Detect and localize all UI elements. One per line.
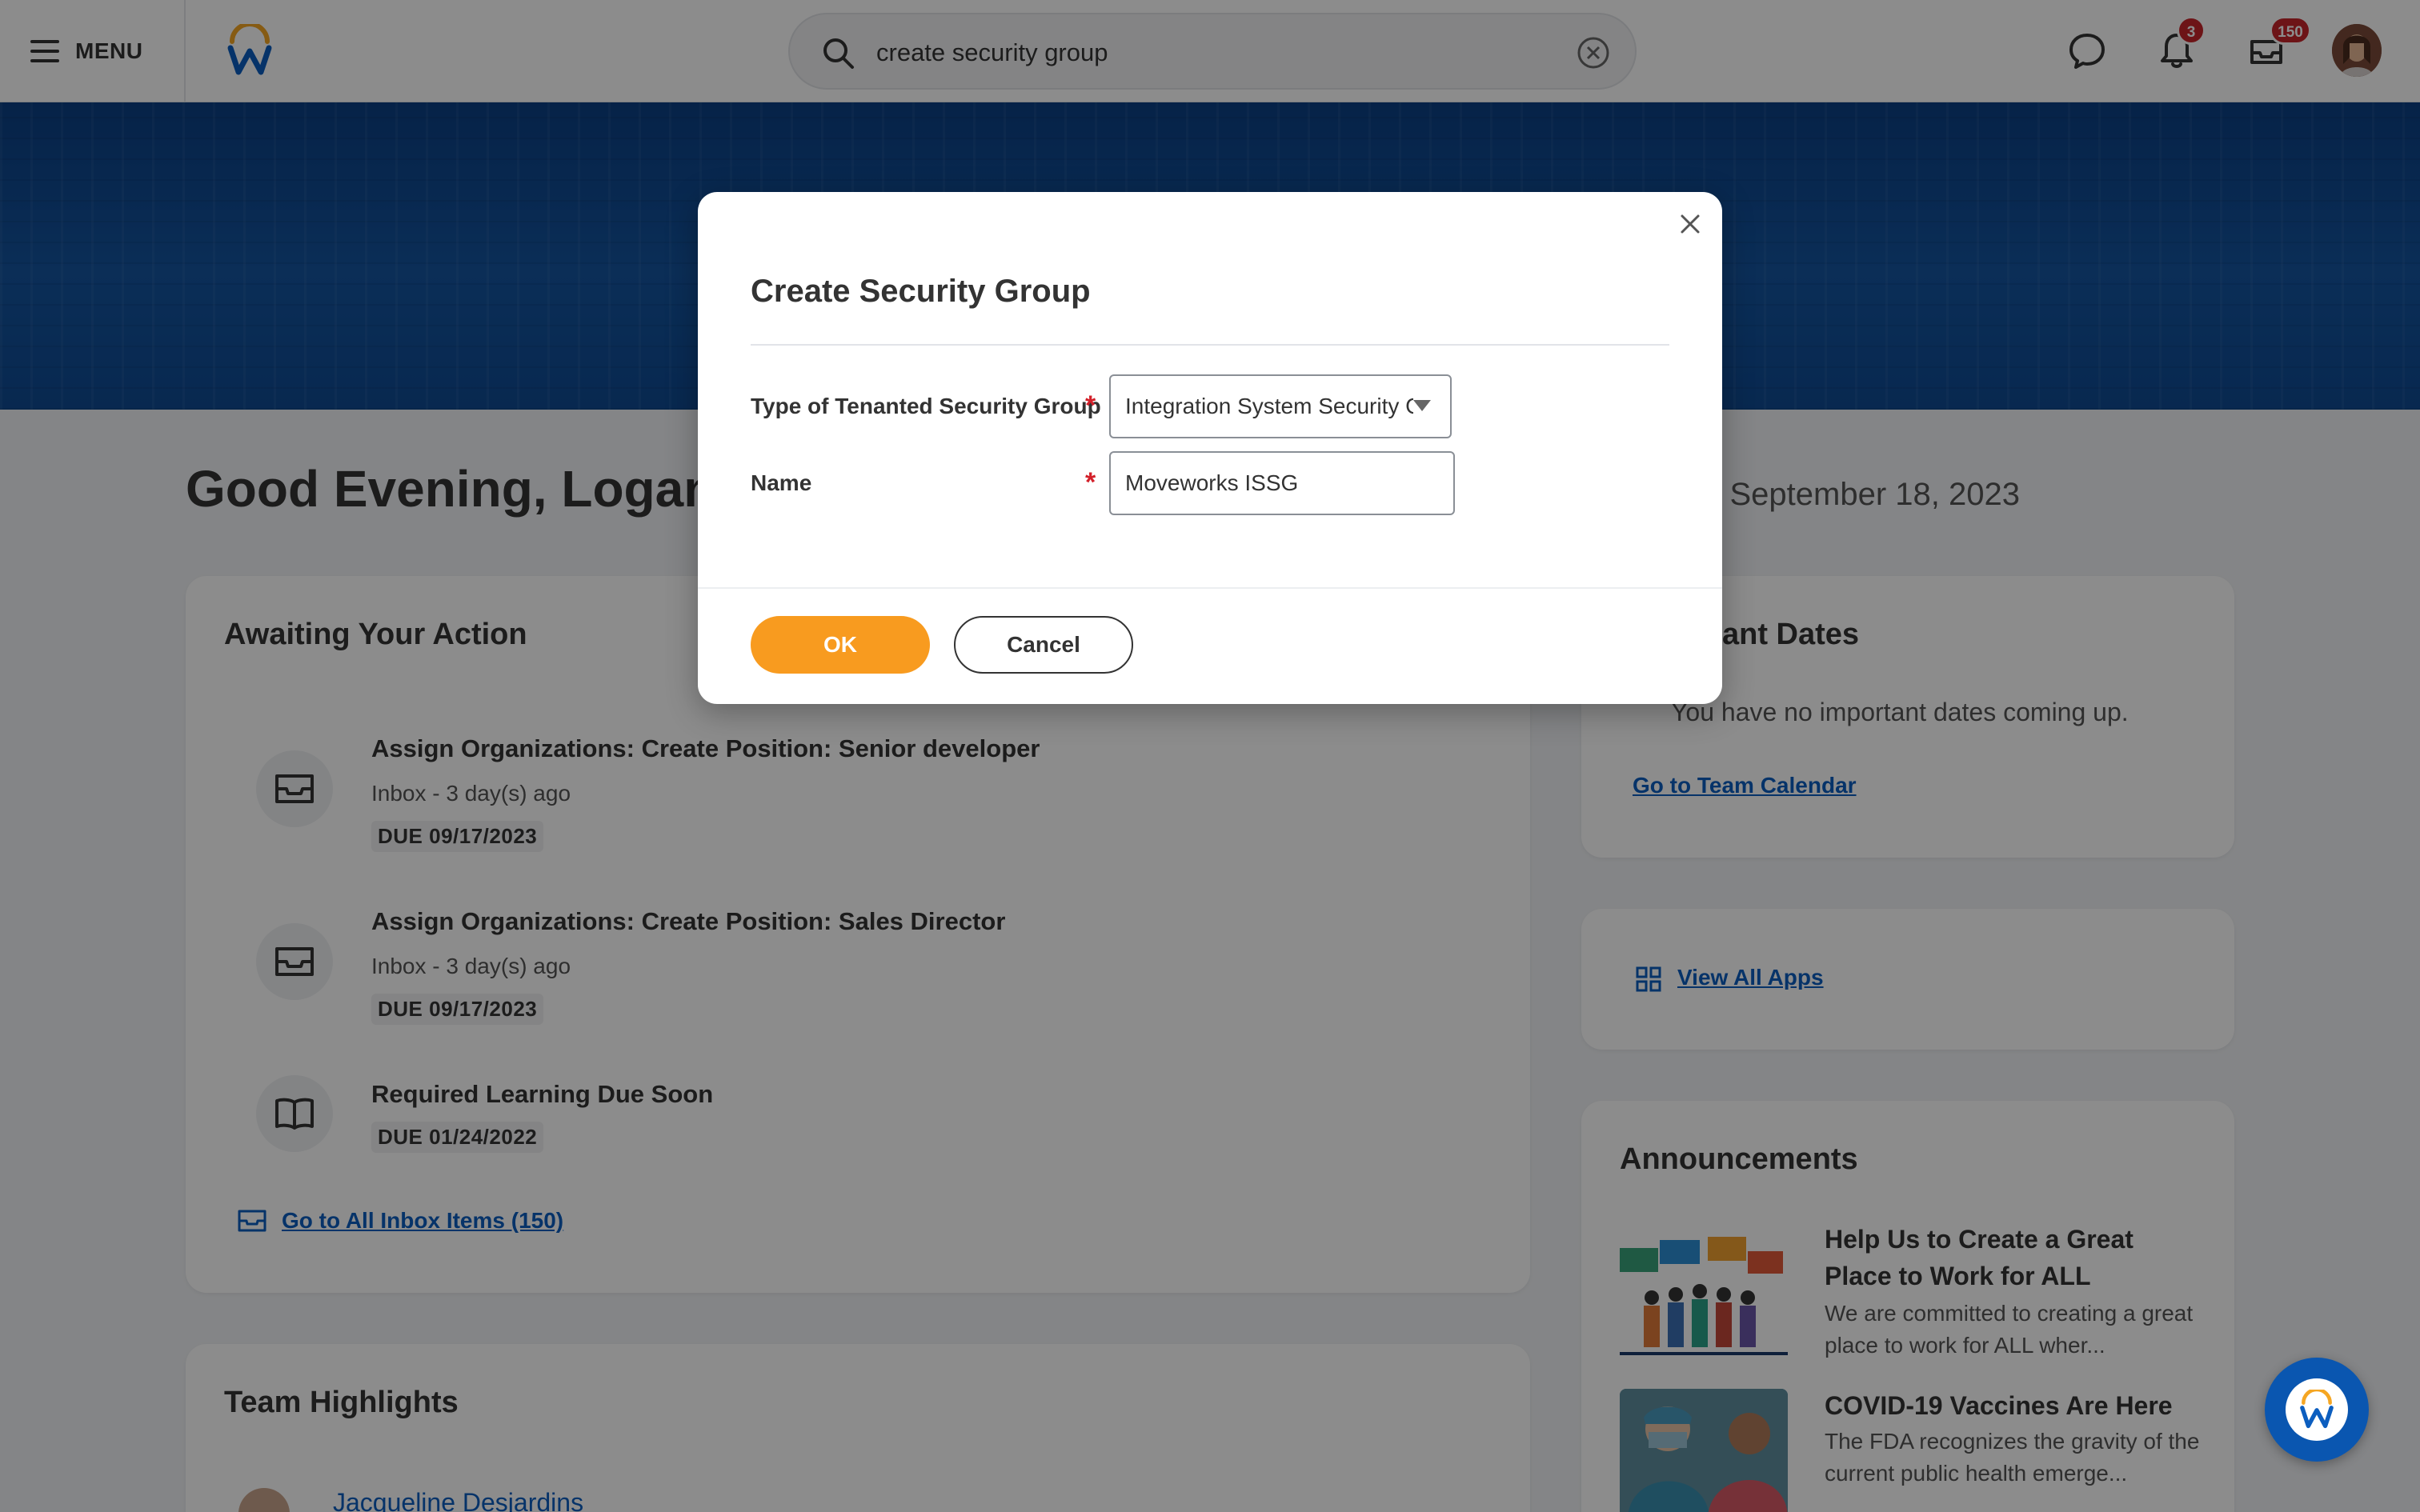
divider	[751, 344, 1669, 346]
name-field[interactable]	[1109, 451, 1455, 515]
security-group-type-select[interactable]: Integration System Security Group (C...	[1109, 374, 1452, 438]
ok-button[interactable]: OK	[751, 616, 930, 674]
name-field-label: Name	[751, 470, 812, 495]
dropdown-arrow-icon	[1413, 400, 1431, 411]
required-marker: *	[1085, 467, 1096, 498]
create-security-group-dialog: Create Security Group Type of Tenanted S…	[698, 192, 1722, 704]
close-icon	[1681, 214, 1700, 234]
required-marker: *	[1085, 390, 1096, 421]
assistant-icon	[2286, 1378, 2348, 1441]
close-button[interactable]	[1673, 206, 1708, 242]
cancel-button[interactable]: Cancel	[954, 616, 1133, 674]
type-field-label: Type of Tenanted Security Group	[751, 394, 1101, 418]
selected-type-value: Integration System Security Group (C...	[1125, 394, 1413, 418]
dialog-title: Create Security Group	[751, 274, 1091, 309]
divider	[698, 587, 1722, 589]
assistant-button[interactable]	[2265, 1358, 2369, 1462]
